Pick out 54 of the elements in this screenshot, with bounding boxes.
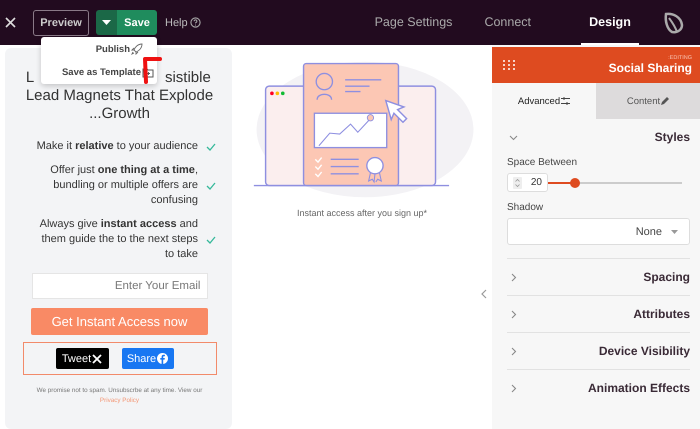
top-tab[interactable]: Page Settings	[374, 0, 452, 45]
facebook-logo-icon	[157, 353, 168, 364]
field-label: Space Between	[507, 157, 578, 168]
rocket-icon	[131, 43, 143, 55]
help-link[interactable]: Help	[157, 16, 190, 28]
close-icon[interactable]	[5, 17, 16, 28]
drag-handle-icon[interactable]	[503, 60, 515, 70]
benefit-text: Make it relative to your audience	[36, 139, 198, 154]
x-logo-icon	[92, 354, 102, 364]
collapse-chevron-icon[interactable]	[481, 289, 487, 299]
pencil-icon	[661, 97, 670, 105]
heading-fragment: L	[26, 69, 34, 87]
save-menu-toggle[interactable]	[96, 10, 117, 35]
field-label: Shadow	[507, 202, 544, 213]
number-input[interactable]: 20	[507, 173, 548, 192]
check-icon	[206, 236, 216, 244]
heading-fragment: sistible	[164, 69, 211, 87]
section-header[interactable]: Animation Effects	[507, 369, 690, 406]
share-button[interactable]: Share	[122, 348, 174, 369]
section-header[interactable]: Spacing	[507, 258, 690, 295]
chevron-icon	[509, 346, 518, 356]
chevron-icon	[509, 310, 518, 318]
dropdown-caret-icon	[671, 230, 678, 234]
benefit-text: Offer just one thing at a time, bundling or multiple offers are confusing	[49, 163, 198, 208]
stepper-icon[interactable]	[513, 176, 522, 188]
caret-icon	[102, 20, 111, 26]
chevron-icon	[509, 132, 518, 142]
help-icon[interactable]	[190, 17, 201, 28]
menu-item[interactable]: Publish	[96, 43, 143, 55]
folder-icon	[142, 68, 154, 78]
benefit-text: Always give instant access and them guide the to the next steps to take	[38, 217, 198, 262]
top-tab[interactable]: Connect	[484, 0, 531, 45]
chevron-icon	[509, 272, 518, 282]
section-header[interactable]: Device Visibility	[507, 332, 690, 369]
section-header[interactable]: Styles	[507, 119, 690, 155]
element-name: Social Sharing	[608, 61, 692, 75]
sliders-icon	[561, 97, 570, 105]
tweet-button[interactable]: Tweet	[56, 348, 108, 369]
heading-line: ...Growth	[88, 105, 151, 123]
section-header[interactable]: Attributes	[507, 295, 690, 332]
leaf-logo-icon	[663, 10, 685, 34]
save-button[interactable]: Save	[117, 10, 157, 35]
panel-tab[interactable]: Content	[596, 83, 700, 119]
annotation-arrow	[140, 55, 164, 85]
menu-item[interactable]: Save as Template	[62, 67, 154, 78]
slider-thumb[interactable]	[570, 178, 580, 188]
heading-line: Lead Magnets That Explode	[26, 87, 214, 105]
check-icon	[206, 182, 216, 190]
illustration-caption: Instant access after you sign up*	[296, 208, 428, 218]
shadow-select[interactable]: None	[507, 218, 690, 245]
preview-button[interactable]: Preview	[33, 10, 89, 36]
chevron-icon	[509, 384, 518, 392]
email-field[interactable]: Enter Your Email	[32, 273, 208, 299]
check-icon	[206, 142, 216, 150]
